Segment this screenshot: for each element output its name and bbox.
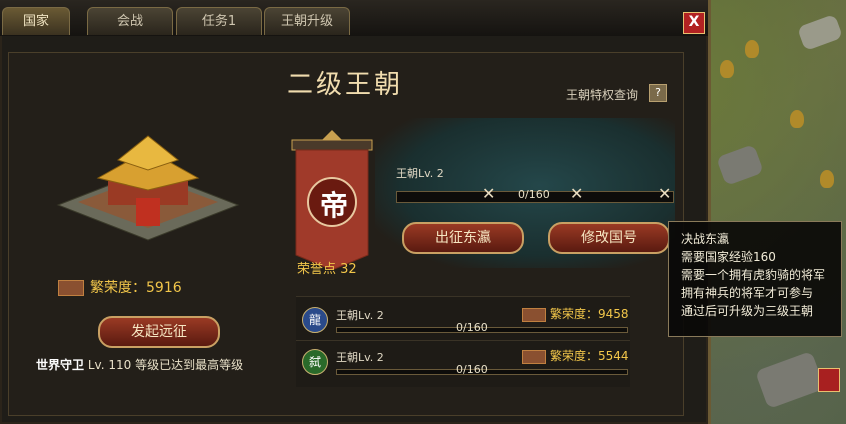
tree-icon (745, 40, 759, 58)
building-icon (796, 13, 844, 52)
tooltip-line: 需要国家经验160 (681, 250, 776, 264)
rename-country-button[interactable]: 修改国号 (548, 222, 670, 254)
help-icon[interactable]: ? (649, 84, 667, 102)
row-prosperity: 繁荣度：5544 (522, 347, 629, 364)
prosperity-icon (522, 307, 546, 322)
expedition-east-button[interactable]: 出征东瀛 (402, 222, 524, 254)
tab-dynasty-upgrade[interactable]: 王朝升级 (264, 7, 350, 35)
milestone-x-icon: ✕ (658, 184, 672, 203)
tooltip-line: 拥有神兵的将军才可参与 (681, 286, 814, 300)
close-button[interactable]: X (683, 12, 705, 34)
milestone-x-icon: ✕ (570, 184, 584, 203)
tab-country[interactable]: 国家 (2, 7, 70, 35)
tab-battle[interactable]: 会战 (87, 7, 173, 35)
row-progress-text: 0/160 (456, 363, 488, 376)
dynasty-level: 王朝Lv. 2 (396, 167, 444, 180)
privilege-query-link[interactable]: 王朝特权查询 (566, 86, 638, 103)
tooltip-line: 决战东瀛 (681, 232, 730, 246)
tab-task[interactable]: 任务1 (176, 7, 262, 35)
row-prosperity: 繁荣度：9458 (522, 305, 629, 322)
rock-icon (754, 350, 826, 410)
world-guard-level: Lv. 110 (87, 358, 132, 372)
prosperity-label: 繁荣度：5916 (58, 277, 182, 297)
row-progress-text: 0/160 (456, 321, 488, 334)
list-item: 弑 王朝Lv. 2 0/160 繁荣度：5544 (296, 340, 630, 387)
milestone-x-icon: ✕ (482, 184, 496, 203)
banner-character: 帝 (319, 189, 348, 222)
rock-icon (716, 144, 764, 186)
tab-bar: 国家 会战 任务1 王朝升级 (0, 0, 708, 36)
tree-icon (820, 170, 834, 188)
upgrade-tooltip: 决战东瀛 需要国家经验160 需要一个拥有虎豹骑的将军 拥有神兵的将军才可参与 … (668, 221, 842, 337)
world-guard-status: 等级已达到最高等级 (135, 358, 244, 372)
prosperity-icon (58, 280, 84, 296)
row-level: 王朝Lv. 2 (336, 309, 384, 322)
world-guard-name: 世界守卫 (36, 358, 85, 372)
list-item: 龍 王朝Lv. 2 0/160 繁荣度：9458 (296, 296, 630, 343)
palace-icon (56, 135, 240, 241)
row-level: 王朝Lv. 2 (336, 351, 384, 364)
tree-icon (720, 60, 734, 78)
world-guard-info: 世界守卫 Lv. 110 等级已达到最高等级 (36, 356, 243, 373)
tooltip-line: 需要一个拥有虎豹骑的将军 (681, 268, 826, 282)
tooltip-line: 通过后可升级为三级王朝 (681, 304, 814, 318)
country-panel: 国家 会战 任务1 王朝升级 X 二级王朝 王朝特权查询 ? 繁荣度：5916 … (0, 0, 711, 424)
map-flag-icon[interactable] (818, 368, 840, 392)
tree-icon (790, 110, 804, 128)
slay-badge-icon: 弑 (302, 349, 328, 375)
prosperity-icon (522, 349, 546, 364)
glory-points: 荣誉点 32 (297, 262, 357, 277)
dragon-badge-icon: 龍 (302, 307, 328, 333)
launch-expedition-button[interactable]: 发起远征 (98, 316, 220, 348)
dynasty-progress-text: 0/160 (518, 188, 550, 201)
